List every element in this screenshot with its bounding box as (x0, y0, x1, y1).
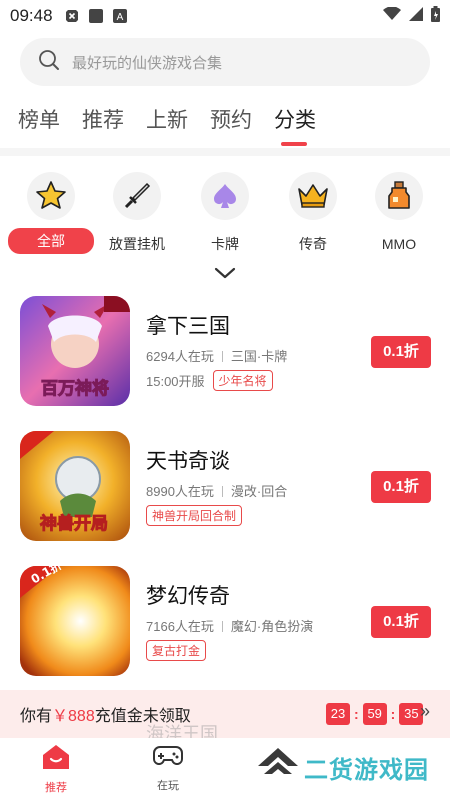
game-genre: 三国·卡牌 (230, 349, 288, 364)
timer-minutes: 59 (362, 703, 387, 725)
category-label: 全部 (8, 228, 94, 254)
tab-category[interactable]: 分类 (274, 104, 316, 146)
game-cover[interactable]: 百万神将 (20, 296, 130, 406)
gamepad-icon (153, 746, 183, 772)
nav-recommend[interactable]: 推荐 (26, 744, 86, 795)
game-meta: 7166人在玩 魔幻·角色扮演 (146, 616, 313, 635)
meta-separator (221, 486, 223, 497)
notification-a-icon: A (112, 9, 127, 23)
battery-icon (431, 5, 440, 27)
chevron-down-icon[interactable] (214, 266, 236, 285)
category-label: 传奇 (299, 236, 327, 252)
game-title: 天书奇谈 (146, 450, 230, 473)
signal-icon (409, 6, 423, 26)
home-icon (42, 745, 70, 774)
tab-reserve[interactable]: 预约 (210, 104, 252, 144)
nav-label: 在玩 (157, 780, 179, 792)
category-row: 全部 放置挂机 卡牌 传奇 MMO (0, 172, 450, 258)
game-tag: 少年名将 (212, 370, 273, 391)
game-list-item[interactable]: 百万神将 拿下三国 6294人在玩 三国·卡牌 15:00开服 少年名将 0.1折 (0, 296, 450, 414)
game-sub-row: 神兽开局回合制 (146, 505, 243, 526)
game-open-time: 15:00开服 (146, 374, 205, 389)
search-bar[interactable]: 最好玩的仙侠游戏合集 (20, 38, 430, 86)
svg-text:A: A (116, 12, 123, 23)
search-icon (38, 49, 60, 76)
category-card[interactable]: 卡牌 (180, 172, 270, 256)
wifi-icon (383, 5, 401, 26)
recharge-banner[interactable]: 你有￥888充值金未领取 海洋王国 23 : 59 : 35 » (0, 690, 450, 744)
star-icon (27, 172, 75, 220)
game-meta: 6294人在玩 三国·卡牌 (146, 346, 287, 365)
nav-label: 推荐 (45, 782, 67, 794)
category-all[interactable]: 全部 (6, 172, 96, 254)
game-players: 8990人在玩 (146, 484, 214, 499)
double-chevron-right-icon[interactable]: » (420, 701, 430, 722)
game-cover[interactable]: 0.1折 (20, 566, 130, 676)
discount-button[interactable]: 0.1折 (371, 336, 431, 368)
search-placeholder: 最好玩的仙侠游戏合集 (72, 54, 223, 72)
status-time: 09:48 (10, 6, 53, 25)
category-idle[interactable]: 放置挂机 (92, 172, 182, 256)
game-genre: 漫改·回合 (230, 484, 288, 499)
watermark-logo-icon (258, 748, 298, 787)
recharge-prefix: 你有 (20, 708, 53, 725)
notification-square-icon (88, 9, 103, 23)
game-tag: 复古打金 (146, 640, 207, 661)
game-tag: 神兽开局回合制 (146, 505, 243, 526)
game-sub-row: 复古打金 (146, 640, 207, 661)
game-list-item[interactable]: 0.1折 梦幻传奇 7166人在玩 魔幻·角色扮演 复古打金 0.1折 (0, 566, 450, 684)
category-label: MMO (381, 236, 417, 252)
nav-playing[interactable]: 在玩 (138, 744, 198, 793)
spade-card-icon (201, 172, 249, 220)
timer-hours: 23 (326, 703, 350, 725)
game-cover[interactable]: 神兽开局 (20, 431, 130, 541)
sword-icon (113, 172, 161, 220)
game-meta: 8990人在玩 漫改·回合 (146, 481, 287, 500)
tab-new[interactable]: 上新 (146, 104, 188, 144)
meta-separator (221, 351, 223, 362)
discount-button[interactable]: 0.1折 (371, 606, 431, 638)
category-mmo[interactable]: MMO (354, 172, 444, 256)
status-bar: 09:48 A (0, 0, 450, 32)
meta-separator (221, 621, 223, 632)
game-cover-text: 神兽开局 (40, 513, 108, 534)
game-players: 7166人在玩 (146, 619, 214, 634)
discount-button[interactable]: 0.1折 (371, 471, 431, 503)
game-list-item[interactable]: 神兽开局 天书奇谈 8990人在玩 漫改·回合 神兽开局回合制 0.1折 (0, 431, 450, 549)
game-title: 梦幻传奇 (146, 585, 230, 608)
crown-icon (289, 172, 337, 220)
countdown-timer: 23 : 59 : 35 (326, 703, 424, 725)
category-label: 放置挂机 (109, 236, 165, 252)
category-label: 卡牌 (211, 236, 239, 252)
tab-recommend[interactable]: 推荐 (82, 104, 124, 144)
section-divider (0, 148, 450, 156)
game-players: 6294人在玩 (146, 349, 214, 364)
tab-ranking[interactable]: 榜单 (18, 104, 60, 144)
recharge-amount: ￥888 (52, 708, 95, 725)
notification-x-icon (65, 9, 79, 23)
game-cover-text: 百万神将 (41, 378, 109, 399)
potion-icon (375, 172, 423, 220)
watermark-text: 二货游戏园 (304, 757, 429, 784)
timer-colon: : (390, 706, 396, 722)
game-genre: 魔幻·角色扮演 (230, 619, 314, 634)
game-sub-row: 15:00开服 少年名将 (146, 370, 273, 391)
timer-colon: : (354, 706, 359, 722)
site-watermark: 二货游戏园 (258, 748, 429, 787)
category-legend[interactable]: 传奇 (268, 172, 358, 256)
top-tabs: 榜单 推荐 上新 预约 分类 (18, 104, 316, 146)
game-title: 拿下三国 (146, 315, 230, 338)
